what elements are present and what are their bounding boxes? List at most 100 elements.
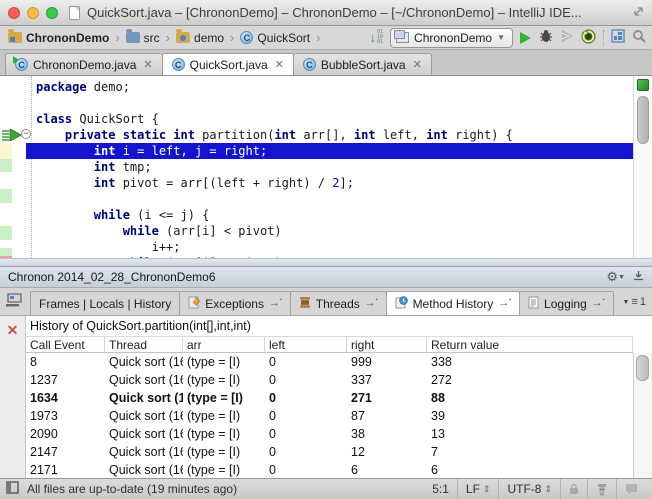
line-separator-select[interactable]: LF ⇕	[456, 479, 499, 499]
table-row[interactable]: 2171 Quick sort (16) (type = [I) 0 6 6	[26, 461, 633, 478]
coverage-button[interactable]	[560, 29, 574, 46]
debug-tab-logging[interactable]: Logging →	[519, 291, 614, 315]
tab-quicksort.java[interactable]: C QuickSort.java ✕	[161, 53, 294, 75]
horizontal-scrollbar[interactable]	[0, 258, 652, 266]
toolwindow-toggle-icon[interactable]	[6, 481, 19, 497]
lock-icon[interactable]	[560, 479, 587, 499]
hide-panel-icon[interactable]	[633, 270, 644, 284]
debug-tab-label: Logging	[544, 296, 587, 311]
chevron-down-icon: ▼	[622, 298, 630, 306]
breadcrumb-item-src[interactable]: src	[124, 29, 162, 46]
code-line[interactable]	[26, 95, 633, 111]
code-line[interactable]: int pivot = arr[(left + right) / 2];	[26, 175, 633, 191]
debug-tab-threads[interactable]: Threads →	[289, 291, 387, 315]
run-button[interactable]	[520, 31, 531, 44]
inspections-ok-icon[interactable]	[637, 79, 649, 91]
breadcrumb-label: QuickSort	[257, 30, 311, 45]
table-cell: 6	[351, 463, 358, 477]
code-line[interactable]: int i = left, j = right;	[26, 143, 633, 159]
notification-bubble-icon[interactable]	[616, 479, 646, 499]
code-token: QuickSort {	[72, 112, 159, 126]
run-configuration-select[interactable]: ChrononDemo ▼	[390, 27, 513, 48]
table-cell: 12	[351, 445, 365, 459]
search-icon[interactable]	[632, 29, 646, 46]
hector-inspector-icon[interactable]	[587, 479, 616, 499]
breadcrumb-item-chronondemo[interactable]: ChrononDemo	[6, 29, 111, 46]
debug-tab-label: Threads	[315, 296, 360, 311]
table-cell: 272	[431, 373, 452, 387]
gear-icon[interactable]: ⚙▼	[606, 269, 625, 285]
code-token: i = left, j = right;	[115, 144, 268, 158]
table-cell: (type = [I)	[187, 391, 243, 405]
logging-icon	[528, 296, 539, 312]
tab-label: BubbleSort.java	[320, 57, 406, 72]
code-editor[interactable]: package demo; class QuickSort { private s…	[0, 76, 652, 266]
code-token: int	[353, 128, 376, 142]
debug-button[interactable]	[538, 29, 553, 46]
code-token: left,	[375, 128, 427, 142]
table-cell: 2147	[30, 445, 58, 459]
code-line[interactable]: package demo;	[26, 79, 633, 95]
column-header-call-event[interactable]: Call Event	[26, 337, 105, 352]
main-toolbar: ChrononDemo › src › demo › C QuickSort › ↓ 01 10 0…	[0, 26, 652, 50]
table-row[interactable]: 2147 Quick sort (16) (type = [I) 0 12 7	[26, 443, 633, 461]
column-header-arr[interactable]: arr	[183, 337, 265, 352]
close-tab-icon[interactable]: ✕	[273, 58, 284, 71]
code-line[interactable]: class QuickSort {	[26, 111, 633, 127]
code-line[interactable]: int tmp;	[26, 159, 633, 175]
class-icon: C	[302, 58, 316, 71]
column-header-left[interactable]: left	[265, 337, 347, 352]
breadcrumb-label: demo	[194, 30, 225, 45]
breadcrumb-item-demo[interactable]: demo	[174, 29, 226, 46]
document-proxy-icon[interactable]	[69, 5, 80, 20]
breadcrumb-item-quicksort[interactable]: C QuickSort	[238, 30, 312, 46]
download-recording-icon[interactable]: ↓ 01 10 01	[370, 30, 384, 45]
close-tab-icon[interactable]: ✕	[141, 58, 152, 71]
encoding-select[interactable]: UTF-8 ⇕	[498, 479, 560, 499]
table-row[interactable]: 2090 Quick sort (16) (type = [I) 0 38 13	[26, 425, 633, 443]
traffic-lights	[8, 6, 58, 19]
close-tab-icon[interactable]: ✕	[411, 58, 422, 71]
debug-tab-method-history[interactable]: Method History →	[385, 291, 521, 315]
hidden-tabs-indicator[interactable]: ▼ ≡ 1	[623, 296, 646, 308]
table-row[interactable]: 1237 Quick sort (16) (type = [I) 0 337 272	[26, 371, 633, 389]
caret-position[interactable]: 5:1	[424, 479, 457, 499]
zoom-window-button[interactable]	[46, 6, 58, 19]
debug-tab-frames-locals-history[interactable]: Frames | Locals | History	[30, 291, 181, 315]
tab-chronondemo.java[interactable]: C ChrononDemo.java ✕	[5, 53, 163, 75]
code-line[interactable]: while (arr[i] < pivot)	[26, 223, 633, 239]
chronon-record-button[interactable]	[581, 29, 596, 47]
close-window-button[interactable]	[8, 6, 20, 19]
table-scrollbar-track[interactable]	[633, 353, 652, 478]
table-row[interactable]: 8 Quick sort (16) (type = [I) 0 999 338	[26, 353, 633, 371]
code-line[interactable]: while (i <= j) {	[26, 207, 633, 223]
table-scrollbar-thumb[interactable]	[636, 355, 649, 381]
table-cell: 38	[351, 427, 365, 441]
table-cell: 8	[30, 355, 37, 369]
vertical-scrollbar[interactable]	[637, 96, 649, 144]
table-body: 8 Quick sort (16) (type = [I) 0 999 338 1237 Qu…	[26, 353, 633, 478]
column-header-thread[interactable]: Thread	[105, 337, 183, 352]
class-icon: C	[171, 58, 185, 71]
close-history-button[interactable]: ✕	[7, 322, 19, 338]
table-row[interactable]: 1973 Quick sort (16) (type = [I) 0 87 39	[26, 407, 633, 425]
table-cell: 1634	[30, 391, 58, 405]
column-header-return-value[interactable]: Return value	[427, 337, 633, 352]
debug-tab-exceptions[interactable]: Exceptions →	[179, 291, 291, 315]
table-cell: (type = [I)	[187, 463, 241, 477]
resize-grip-icon[interactable]	[633, 6, 644, 20]
code-token: (i <= j) {	[129, 208, 210, 222]
restore-layout-icon[interactable]	[5, 293, 22, 310]
fold-marker-icon[interactable]: −	[21, 129, 31, 139]
breadcrumb-label: src	[143, 30, 160, 45]
table-row[interactable]: 1634 Quick sort (16) (type = [I) 0 271 88	[26, 389, 633, 407]
chronon-view-button[interactable]	[611, 29, 625, 46]
tab-bubblesort.java[interactable]: C BubbleSort.java ✕	[292, 53, 432, 75]
column-header-right[interactable]: right	[347, 337, 427, 352]
code-line[interactable]	[26, 191, 633, 207]
updown-arrows-icon: ⇕	[482, 483, 491, 494]
code-line[interactable]: i++;	[26, 239, 633, 255]
code-line[interactable]: private static int partition(int arr[], …	[2, 127, 633, 143]
minimize-window-button[interactable]	[27, 6, 39, 19]
table-cell: 0	[269, 391, 276, 405]
